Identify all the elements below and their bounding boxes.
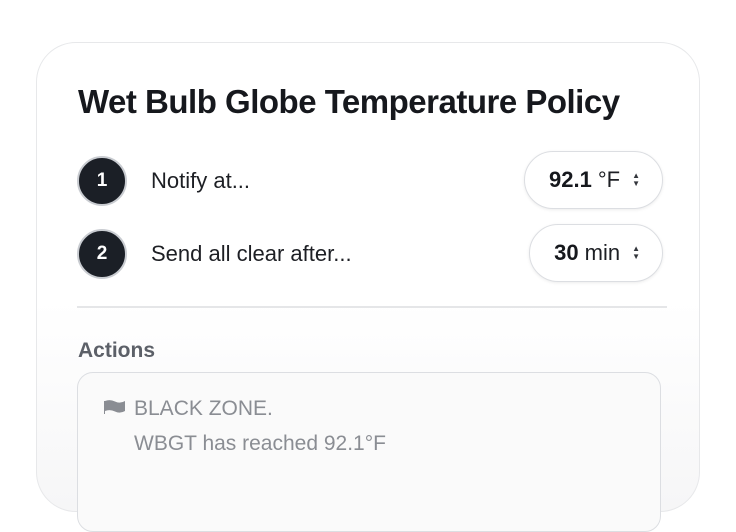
- stepper-unit: °F: [597, 167, 621, 192]
- step-all-clear: 2 Send all clear after... 30 min ▲ ▼: [77, 224, 663, 282]
- all-clear-duration-stepper[interactable]: 30 min ▲ ▼: [529, 224, 663, 282]
- actions-heading: Actions: [78, 339, 156, 362]
- flag-icon: [104, 400, 125, 414]
- notify-temperature-stepper[interactable]: 92.1 °F ▲ ▼: [524, 151, 663, 209]
- step-label: Notify at...: [151, 168, 251, 193]
- step-number-badge: 2: [77, 229, 127, 279]
- up-down-arrows-icon[interactable]: ▲ ▼: [632, 172, 640, 188]
- action-item[interactable]: BLACK ZONE. WBGT has reached 92.1°F: [77, 372, 661, 532]
- up-down-arrows-icon[interactable]: ▲ ▼: [632, 245, 640, 261]
- step-label: Send all clear after...: [151, 241, 352, 266]
- stepper-unit: min: [584, 240, 621, 265]
- stepper-value: 92.1: [549, 167, 592, 192]
- section-divider: [77, 306, 667, 308]
- policy-card: Wet Bulb Globe Temperature Policy 1 Noti…: [36, 42, 700, 532]
- action-title: BLACK ZONE.: [134, 397, 273, 420]
- action-message: WBGT has reached 92.1°F: [134, 432, 386, 455]
- step-notify: 1 Notify at... 92.1 °F ▲ ▼: [77, 151, 663, 209]
- policy-title: Wet Bulb Globe Temperature Policy: [78, 83, 620, 120]
- stepper-value: 30: [554, 240, 579, 265]
- step-number-badge: 1: [77, 156, 127, 206]
